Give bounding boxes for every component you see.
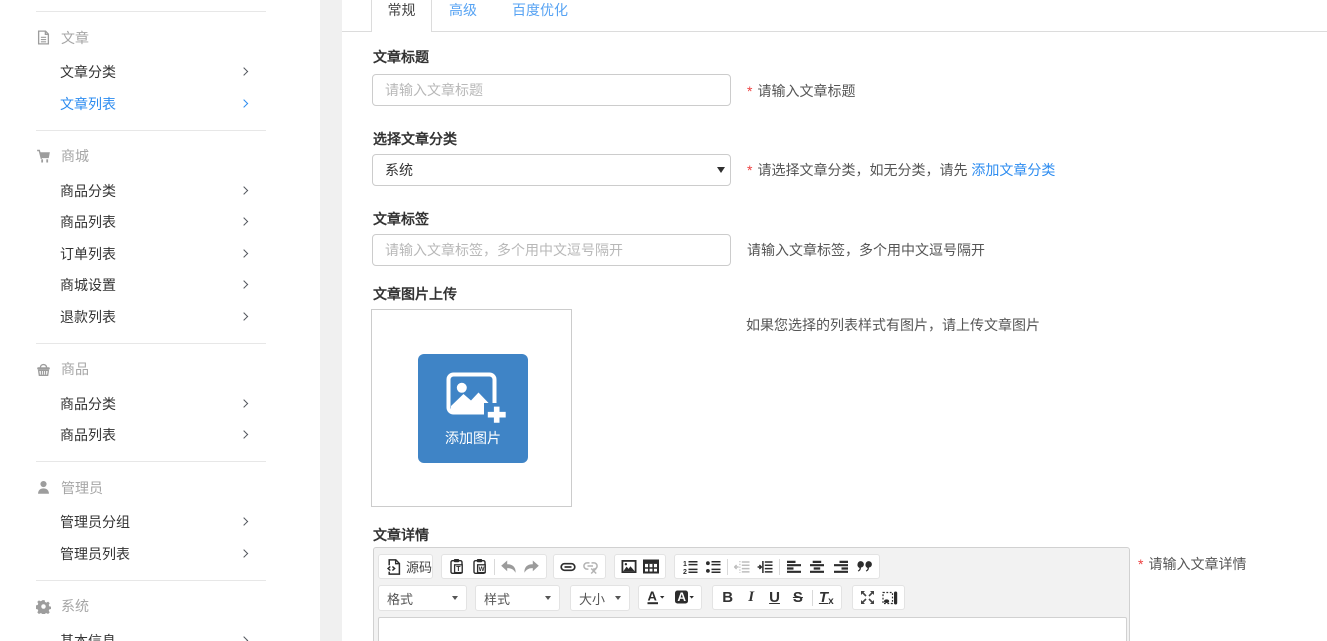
svg-text:T: T bbox=[456, 566, 461, 573]
svg-text:A: A bbox=[648, 589, 658, 604]
svg-text:A: A bbox=[677, 590, 686, 604]
svg-text:1: 1 bbox=[683, 561, 687, 568]
svg-text:W: W bbox=[478, 566, 484, 573]
svg-text:2: 2 bbox=[683, 569, 687, 575]
